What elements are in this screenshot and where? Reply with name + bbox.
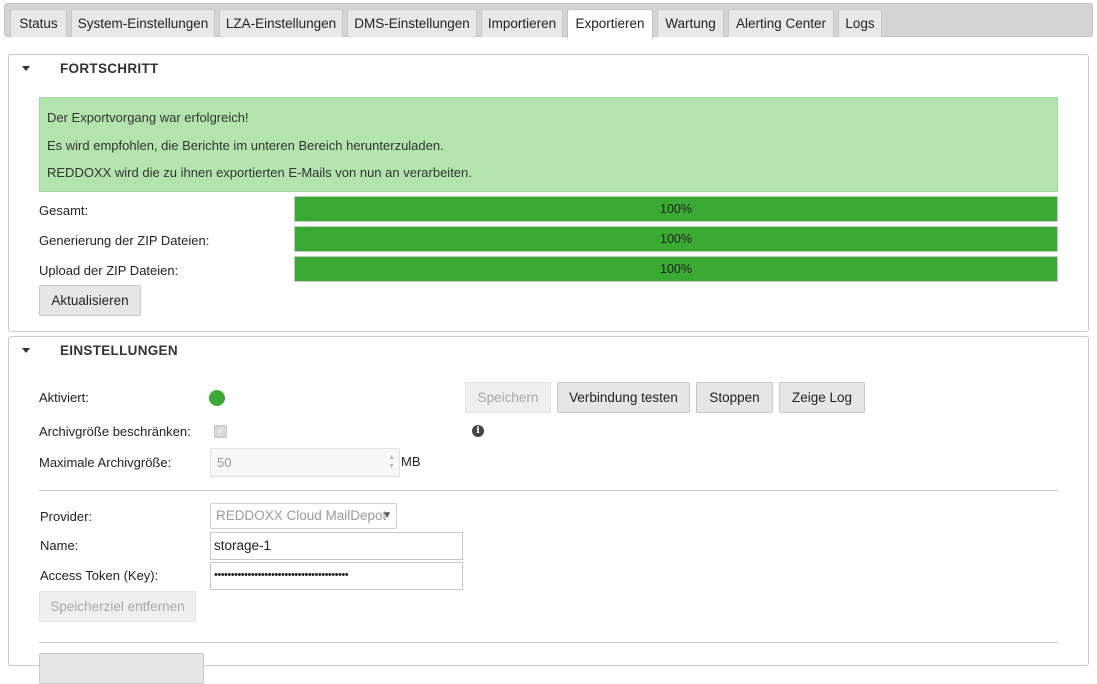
provider-select[interactable]: REDDOXX Cloud MailDepot ▼: [210, 503, 397, 529]
progress-bar-gesamt: 100%: [294, 196, 1058, 222]
progress-panel: FORTSCHRITT Der Exportvorgang war erfolg…: [8, 54, 1089, 332]
divider: [39, 642, 1058, 643]
progress-label-zip-generierung: Generierung der ZIP Dateien:: [39, 233, 210, 248]
success-message-line: Der Exportvorgang war erfolgreich!: [47, 110, 249, 125]
green-dot-icon: [209, 390, 225, 406]
caret-down-icon[interactable]: [22, 66, 30, 71]
success-message-box: Der Exportvorgang war erfolgreich! Es wi…: [39, 97, 1058, 192]
success-message-line: REDDOXX wird die zu ihnen exportierten E…: [47, 165, 472, 180]
chevron-down-icon: ▼: [382, 510, 392, 521]
max-size-input[interactable]: 50 ▲ ▼: [210, 448, 400, 477]
provider-label: Provider:: [40, 509, 93, 524]
settings-panel: EINSTELLUNGEN Aktiviert: Speichern Verbi…: [8, 336, 1089, 684]
tab-wartung[interactable]: Wartung: [657, 9, 724, 37]
progress-panel-header[interactable]: FORTSCHRITT: [9, 55, 1088, 83]
settings-panel-title: EINSTELLUNGEN: [60, 343, 178, 358]
save-button[interactable]: Speichern: [465, 382, 551, 413]
stop-button[interactable]: Stoppen: [696, 382, 773, 413]
tab-status[interactable]: Status: [10, 9, 67, 37]
progress-label-zip-upload: Upload der ZIP Dateien:: [39, 263, 179, 278]
tab-system-einstellungen[interactable]: System-Einstellungen: [71, 9, 215, 37]
tab-lza-einstellungen[interactable]: LZA-Einstellungen: [219, 9, 343, 37]
success-message-line: Es wird empfohlen, die Berichte im unter…: [47, 138, 444, 153]
tab-exportieren[interactable]: Exportieren: [567, 9, 653, 39]
provider-value: REDDOXX Cloud MailDepot: [216, 508, 387, 523]
max-size-unit: MB: [401, 454, 421, 469]
progress-bar-zip-generierung: 100%: [294, 226, 1058, 252]
progress-panel-title: FORTSCHRITT: [60, 61, 159, 76]
tab-logs[interactable]: Logs: [838, 9, 882, 37]
show-log-button[interactable]: Zeige Log: [779, 382, 865, 413]
test-connection-button[interactable]: Verbindung testen: [557, 382, 690, 413]
progress-label-gesamt: Gesamt:: [39, 203, 89, 218]
refresh-button[interactable]: Aktualisieren: [39, 285, 141, 316]
add-storage-button[interactable]: [39, 653, 204, 684]
name-label: Name:: [40, 538, 79, 553]
activated-label: Aktiviert:: [39, 390, 89, 405]
spinner-arrows-icon[interactable]: ▲ ▼: [388, 453, 395, 471]
max-size-value: 50: [217, 455, 232, 470]
settings-panel-header[interactable]: EINSTELLUNGEN: [9, 337, 1088, 365]
progress-bar-zip-upload: 100%: [294, 256, 1058, 282]
name-input[interactable]: storage-1: [210, 532, 463, 560]
tab-bar: Status System-Einstellungen LZA-Einstell…: [4, 3, 1093, 39]
info-icon[interactable]: i: [472, 425, 484, 437]
progress-bar-text: 100%: [660, 232, 692, 246]
limit-size-label: Archivgröße beschränken:: [39, 424, 191, 439]
access-token-label: Access Token (Key):: [40, 568, 159, 583]
tab-alerting-center[interactable]: Alerting Center: [728, 9, 834, 37]
caret-down-icon[interactable]: [22, 348, 30, 353]
access-token-input[interactable]: ••••••••••••••••••••••••••••••••••••••••: [210, 562, 463, 590]
tab-dms-einstellungen[interactable]: DMS-Einstellungen: [347, 9, 477, 37]
limit-size-checkbox[interactable]: ✓: [214, 425, 227, 438]
progress-bar-text: 100%: [660, 202, 692, 216]
tab-importieren[interactable]: Importieren: [481, 9, 563, 37]
remove-storage-button[interactable]: Speicherziel entfernen: [39, 591, 196, 622]
divider: [39, 490, 1058, 491]
max-size-label: Maximale Archivgröße:: [39, 455, 172, 470]
progress-bar-text: 100%: [660, 262, 692, 276]
